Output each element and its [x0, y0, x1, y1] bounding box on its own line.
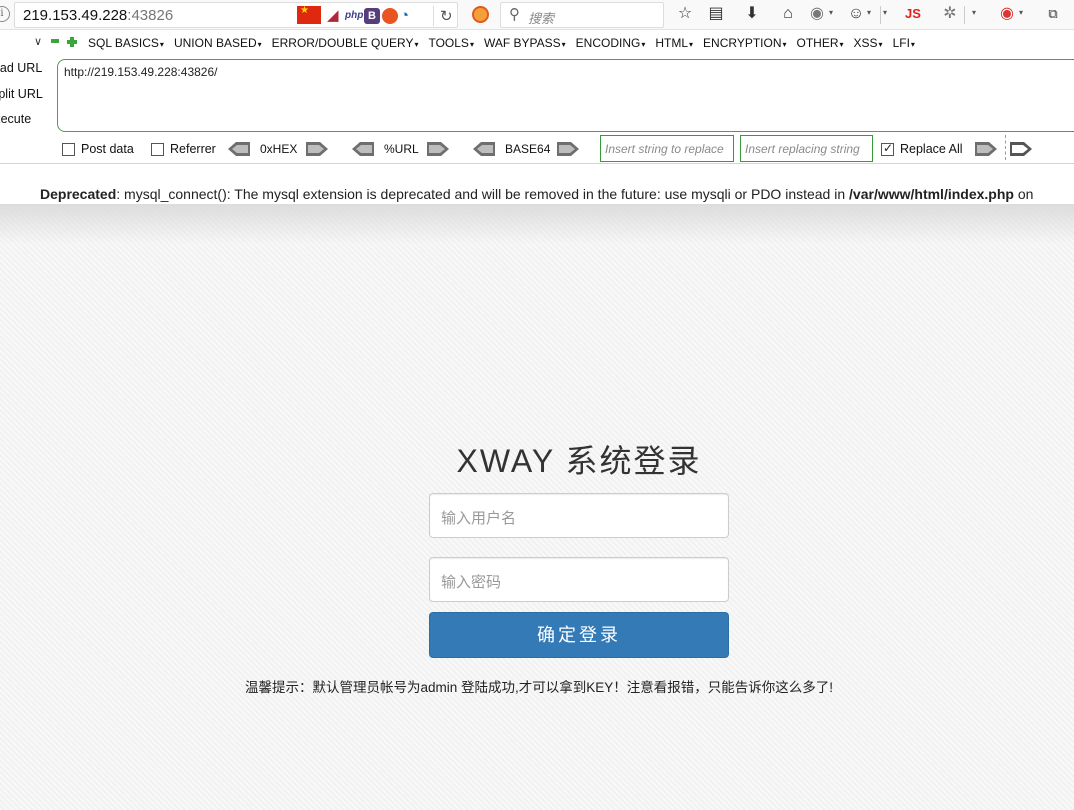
window-icon[interactable]: ⧉ — [1043, 4, 1063, 24]
password-input[interactable]: 输入密码 — [429, 557, 729, 602]
menu-union-based[interactable]: UNION BASED — [174, 36, 262, 50]
toolbar-separator — [880, 6, 881, 24]
php-warning-strip: Deprecated: mysql_connect(): The mysql e… — [0, 164, 1074, 204]
login-button[interactable]: 确定登录 — [429, 612, 729, 658]
referrer-label: Referrer — [170, 142, 216, 156]
replace-all-checkbox[interactable] — [881, 141, 894, 156]
warning-label: Deprecated — [40, 186, 117, 202]
jquery-icon[interactable]: ◔ — [400, 7, 409, 25]
menu-encryption[interactable]: ENCRYPTION — [703, 36, 786, 50]
divider — [433, 6, 434, 26]
search-placeholder: 搜索 — [528, 11, 555, 26]
hex-label: 0xHEX — [260, 142, 298, 156]
firebug-icon[interactable]: ◉ — [997, 4, 1017, 24]
hackbar-url-textarea[interactable]: http://219.153.49.228:43826/ — [57, 59, 1074, 132]
chevron-down-icon[interactable]: ▾ — [1019, 8, 1023, 17]
plus-icon[interactable] — [67, 37, 77, 47]
warning-text: : mysql_connect(): The mysql extension i… — [116, 186, 850, 202]
chevron-down-icon[interactable]: ▾ — [829, 8, 833, 17]
search-icon: ⚲ — [509, 6, 520, 23]
hackbar-url-value: http://219.153.49.228:43826/ — [64, 65, 218, 79]
login-title: XWAY 系统登录 — [456, 443, 702, 479]
split-url-button[interactable]: Split URL — [0, 87, 43, 101]
base64-encode-arrow-icon[interactable] — [557, 142, 579, 156]
php-icon[interactable]: php — [345, 7, 363, 25]
page-content: Deprecated: mysql_connect(): The mysql e… — [0, 164, 1074, 810]
reload-icon[interactable]: ↻ — [440, 7, 453, 25]
base64-label: BASE64 — [505, 142, 551, 156]
browser-toolbar: i 219.153.49.228:43826 ◢ php B ◔ ↻ ⚲ 搜索 … — [0, 0, 1074, 30]
url-encode-label: %URL — [384, 142, 419, 156]
hackbar-menu: SQL BASICS UNION BASED ERROR/DOUBLE QUER… — [88, 36, 925, 50]
hackbar-panel: ∨ SQL BASICS UNION BASED ERROR/DOUBLE QU… — [0, 30, 1074, 164]
replace-string-placeholder: Insert string to replace — [605, 142, 724, 156]
chevron-down-icon[interactable]: ▾ — [972, 8, 976, 17]
js-switch-icon[interactable]: JS — [905, 6, 921, 21]
menu-xss[interactable]: XSS — [854, 36, 883, 50]
profile-icon[interactable]: ◉ — [807, 4, 827, 24]
menu-html[interactable]: HTML — [655, 36, 693, 50]
post-data-checkbox[interactable] — [62, 143, 75, 156]
load-url-button[interactable]: Load URL — [0, 61, 42, 75]
replacing-string-placeholder: Insert replacing string — [745, 142, 860, 156]
base64-decode-arrow-icon[interactable] — [473, 142, 495, 156]
menu-other[interactable]: OTHER — [797, 36, 844, 50]
home-icon[interactable]: ⌂ — [778, 4, 798, 24]
download-icon[interactable]: ⬇ — [742, 4, 762, 24]
menu-tools[interactable]: TOOLS — [428, 36, 473, 50]
chevron-down-icon[interactable]: ▾ — [883, 8, 887, 17]
search-field[interactable]: ⚲ 搜索 — [500, 2, 664, 28]
minus-icon[interactable] — [51, 39, 59, 43]
username-placeholder: 输入用户名 — [441, 510, 517, 527]
warning-tail: on — [1013, 186, 1034, 202]
url-decode-arrow-icon[interactable] — [352, 142, 374, 156]
palette-icon[interactable]: ☺ — [846, 4, 866, 24]
replace-next-arrow-icon[interactable] — [1010, 142, 1032, 156]
menu-lfi[interactable]: LFI — [893, 36, 915, 50]
url-encode-arrow-icon[interactable] — [427, 142, 449, 156]
warning-path: /var/www/html/index.php — [849, 186, 1014, 202]
referrer-checkbox[interactable] — [151, 143, 164, 156]
bootstrap-icon[interactable]: B — [364, 8, 380, 24]
wappalyzer-icon[interactable]: ◢ — [327, 7, 339, 25]
username-input[interactable]: 输入用户名 — [429, 493, 729, 538]
url-field[interactable]: 219.153.49.228:43826 ◢ php B ◔ ↻ — [14, 2, 458, 28]
replacing-string-input[interactable]: Insert replacing string — [740, 135, 873, 162]
hex-decode-arrow-icon[interactable] — [228, 142, 250, 156]
noscript-icon[interactable] — [472, 6, 489, 23]
header-shadow — [0, 204, 1074, 244]
menu-sql-basics[interactable]: SQL BASICS — [88, 36, 164, 50]
chevron-down-icon: ∨ — [33, 36, 42, 48]
bug-icon[interactable]: ✲ — [940, 4, 960, 24]
menu-encoding[interactable]: ENCODING — [576, 36, 646, 50]
menu-waf-bypass[interactable]: WAF BYPASS — [484, 36, 566, 50]
post-data-label: Post data — [81, 142, 134, 156]
hackbar-select[interactable]: ∨ — [0, 34, 44, 54]
replace-string-input[interactable]: Insert string to replace — [600, 135, 734, 162]
divider — [1005, 135, 1006, 160]
login-hint: 温馨提示：默认管理员帐号为admin 登陆成功,才可以拿到KEY！注意看报错，只… — [244, 680, 834, 695]
china-flag-icon[interactable] — [297, 5, 321, 24]
reading-list-icon[interactable]: ▤ — [706, 4, 726, 24]
replace-all-label: Replace All — [900, 142, 963, 156]
ubuntu-icon[interactable] — [382, 8, 398, 24]
toolbar-separator — [964, 6, 965, 24]
chevron-down-icon[interactable]: ▾ — [867, 8, 871, 17]
replace-arrow-icon[interactable] — [975, 142, 997, 156]
hex-encode-arrow-icon[interactable] — [306, 142, 328, 156]
execute-button[interactable]: Execute — [0, 112, 31, 126]
password-placeholder: 输入密码 — [441, 574, 502, 591]
menu-error-double-query[interactable]: ERROR/DOUBLE QUERY — [272, 36, 419, 50]
url-text: 219.153.49.228:43826 — [23, 7, 174, 24]
info-icon[interactable]: i — [0, 6, 10, 22]
php-deprecated-warning: Deprecated: mysql_connect(): The mysql e… — [40, 186, 1033, 202]
star-icon[interactable]: ☆ — [675, 4, 695, 24]
